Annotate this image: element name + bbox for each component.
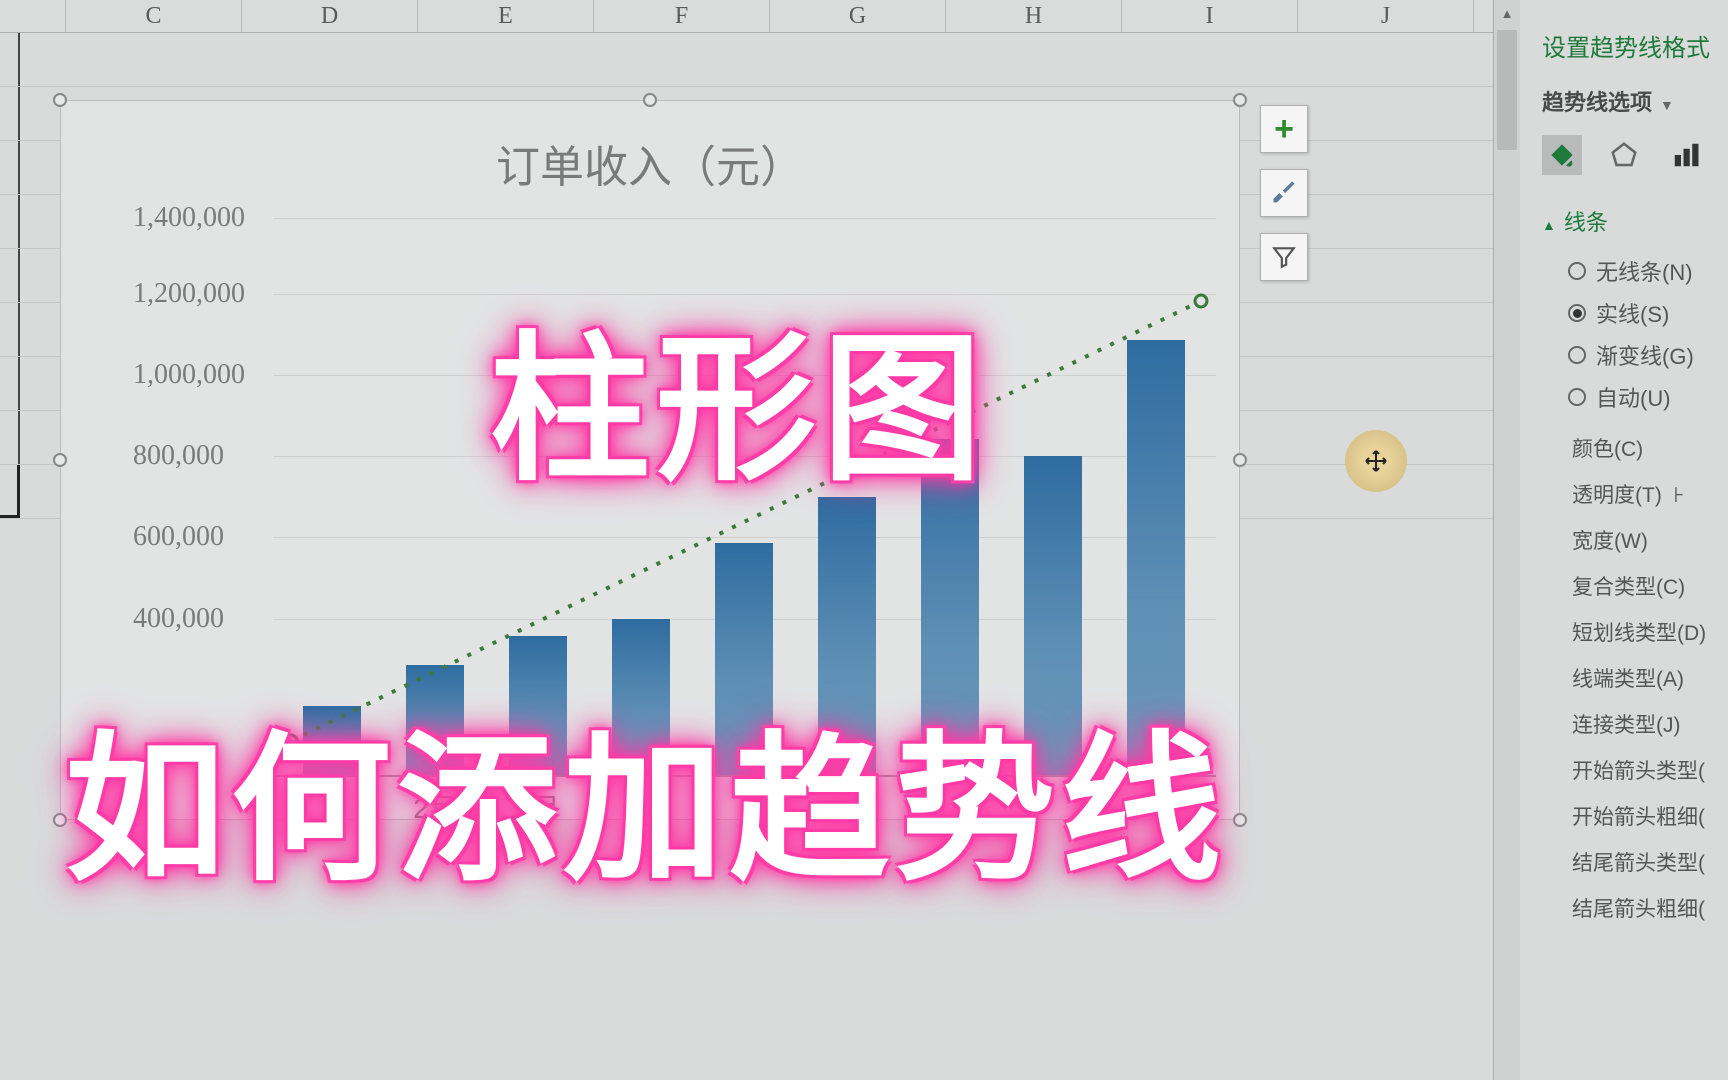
prop-begin-arrow-type[interactable]: 开始箭头类型( xyxy=(1572,755,1728,785)
col-header-e[interactable]: E xyxy=(418,0,594,32)
col-header-c[interactable]: C xyxy=(66,0,242,32)
bar-chart-icon xyxy=(1671,140,1701,170)
effects-tab[interactable] xyxy=(1604,135,1644,175)
paint-bucket-icon xyxy=(1546,139,1578,171)
panel-title: 设置趋势线格式 xyxy=(1542,28,1728,63)
plus-icon: + xyxy=(1274,110,1294,149)
prop-dash-type[interactable]: 短划线类型(D) xyxy=(1572,617,1728,647)
column-headers: C D E F G H I J xyxy=(0,0,1495,33)
prop-end-arrow-type[interactable]: 结尾箭头类型( xyxy=(1572,847,1728,877)
radio-gradient-line[interactable]: 渐变线(G) xyxy=(1568,339,1728,371)
chevron-down-icon: ▼ xyxy=(1660,97,1674,113)
y-tick: 1,400,000 xyxy=(133,202,245,234)
col-header-i[interactable]: I xyxy=(1122,0,1298,32)
radio-no-line[interactable]: 无线条(N) xyxy=(1568,255,1728,287)
worksheet-area: C D E F G H I J 订单收入（元） 1,400,000 1 xyxy=(0,0,1495,1080)
y-tick: 600,000 xyxy=(133,521,224,553)
move-cursor-icon xyxy=(1364,449,1388,473)
radio-auto-line[interactable]: 自动(U) xyxy=(1568,381,1728,413)
cursor-indicator xyxy=(1345,430,1407,492)
chart-elements-button[interactable]: + xyxy=(1260,105,1308,153)
trendline-options-dropdown[interactable]: 趋势线选项▼ xyxy=(1542,85,1728,117)
prop-transparency[interactable]: 透明度(T) ⊦ xyxy=(1572,479,1728,509)
pentagon-icon xyxy=(1609,140,1639,170)
overlay-title-line2: 如何添加趋势线 xyxy=(65,680,1227,912)
panel-tabs xyxy=(1542,135,1728,175)
col-header-d[interactable]: D xyxy=(242,0,418,32)
prop-begin-arrow-size[interactable]: 开始箭头粗细( xyxy=(1572,801,1728,831)
col-header-g[interactable]: G xyxy=(770,0,946,32)
brush-icon xyxy=(1270,179,1298,207)
scroll-up-icon[interactable]: ▲ xyxy=(1494,0,1520,27)
prop-compound-type[interactable]: 复合类型(C) xyxy=(1572,571,1728,601)
line-properties: 颜色(C) 透明度(T) ⊦ 宽度(W) 复合类型(C) 短划线类型(D) 线端… xyxy=(1572,433,1728,923)
prop-end-arrow-size[interactable]: 结尾箭头粗细( xyxy=(1572,893,1728,923)
y-tick: 400,000 xyxy=(133,603,224,635)
prop-cap-type[interactable]: 线端类型(A) xyxy=(1572,663,1728,693)
chart-title[interactable]: 订单收入（元） xyxy=(61,101,1239,195)
chart-filter-button[interactable] xyxy=(1260,233,1308,281)
col-header-h[interactable]: H xyxy=(946,0,1122,32)
trendline-options-tab[interactable] xyxy=(1666,135,1706,175)
resize-handle[interactable] xyxy=(1233,93,1247,107)
chart-styles-button[interactable] xyxy=(1260,169,1308,217)
resize-handle[interactable] xyxy=(1233,453,1247,467)
y-tick: 1,000,000 xyxy=(133,359,245,391)
prop-color[interactable]: 颜色(C) xyxy=(1572,433,1728,463)
resize-handle[interactable] xyxy=(643,93,657,107)
resize-handle[interactable] xyxy=(1233,813,1247,827)
overlay-title-line1: 柱形图 xyxy=(490,280,988,512)
y-tick: 1,200,000 xyxy=(133,278,245,310)
scroll-thumb[interactable] xyxy=(1497,30,1517,150)
y-tick: 800,000 xyxy=(133,440,224,472)
vertical-scrollbar[interactable]: ▲ xyxy=(1493,0,1520,1080)
filter-icon xyxy=(1271,244,1297,270)
resize-handle[interactable] xyxy=(53,93,67,107)
col-header-f[interactable]: F xyxy=(594,0,770,32)
collapse-icon: ▲ xyxy=(1542,217,1556,233)
col-header-j[interactable]: J xyxy=(1298,0,1474,32)
chart-quick-tools: + xyxy=(1260,105,1308,281)
col-header-blank[interactable] xyxy=(0,0,66,32)
fill-line-tab[interactable] xyxy=(1542,135,1582,175)
format-trendline-panel: 设置趋势线格式 趋势线选项▼ ▲线条 无线条(N) 实线(S) 渐变线(G) 自… xyxy=(1522,0,1728,1080)
radio-solid-line[interactable]: 实线(S) xyxy=(1568,297,1728,329)
line-section-header[interactable]: ▲线条 xyxy=(1542,205,1728,237)
resize-handle[interactable] xyxy=(53,453,67,467)
prop-width[interactable]: 宽度(W) xyxy=(1572,525,1728,555)
prop-join-type[interactable]: 连接类型(J) xyxy=(1572,709,1728,739)
